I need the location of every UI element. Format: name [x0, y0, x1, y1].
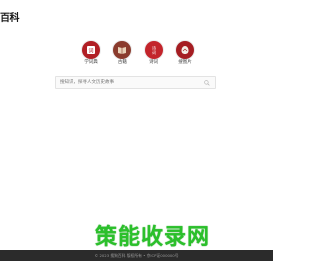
quick-link-image-search[interactable]: 搜图片	[173, 41, 197, 71]
image-search-icon	[175, 41, 194, 59]
search-bar	[55, 76, 216, 89]
quick-link-label: 古籍	[117, 60, 127, 65]
svg-text:词: 词	[152, 49, 156, 55]
search-icon[interactable]	[203, 79, 211, 87]
quick-links: 词 学词典 古籍 诗词 诗词 搜图片	[79, 41, 197, 71]
dictionary-icon: 词	[82, 41, 100, 59]
quick-link-dictionary[interactable]: 词 学词典	[79, 41, 103, 71]
site-logo[interactable]: 百科	[0, 9, 20, 24]
quick-link-label: 搜图片	[178, 60, 192, 65]
quick-link-ancient-books[interactable]: 古籍	[110, 41, 134, 71]
watermark: 策能收录网	[95, 225, 211, 250]
ancient-book-icon	[113, 41, 132, 59]
search-input[interactable]	[56, 77, 203, 88]
quick-link-label: 学词典	[84, 60, 98, 65]
svg-text:词: 词	[88, 47, 93, 54]
quick-link-label: 诗词	[149, 60, 159, 65]
footer-text: © 2023 搜狗百科 版权所有 • 京ICP证000000号	[94, 252, 179, 258]
poetry-icon: 诗词	[144, 41, 163, 59]
footer: © 2023 搜狗百科 版权所有 • 京ICP证000000号	[0, 250, 273, 261]
quick-link-poetry[interactable]: 诗词 诗词	[142, 41, 166, 71]
